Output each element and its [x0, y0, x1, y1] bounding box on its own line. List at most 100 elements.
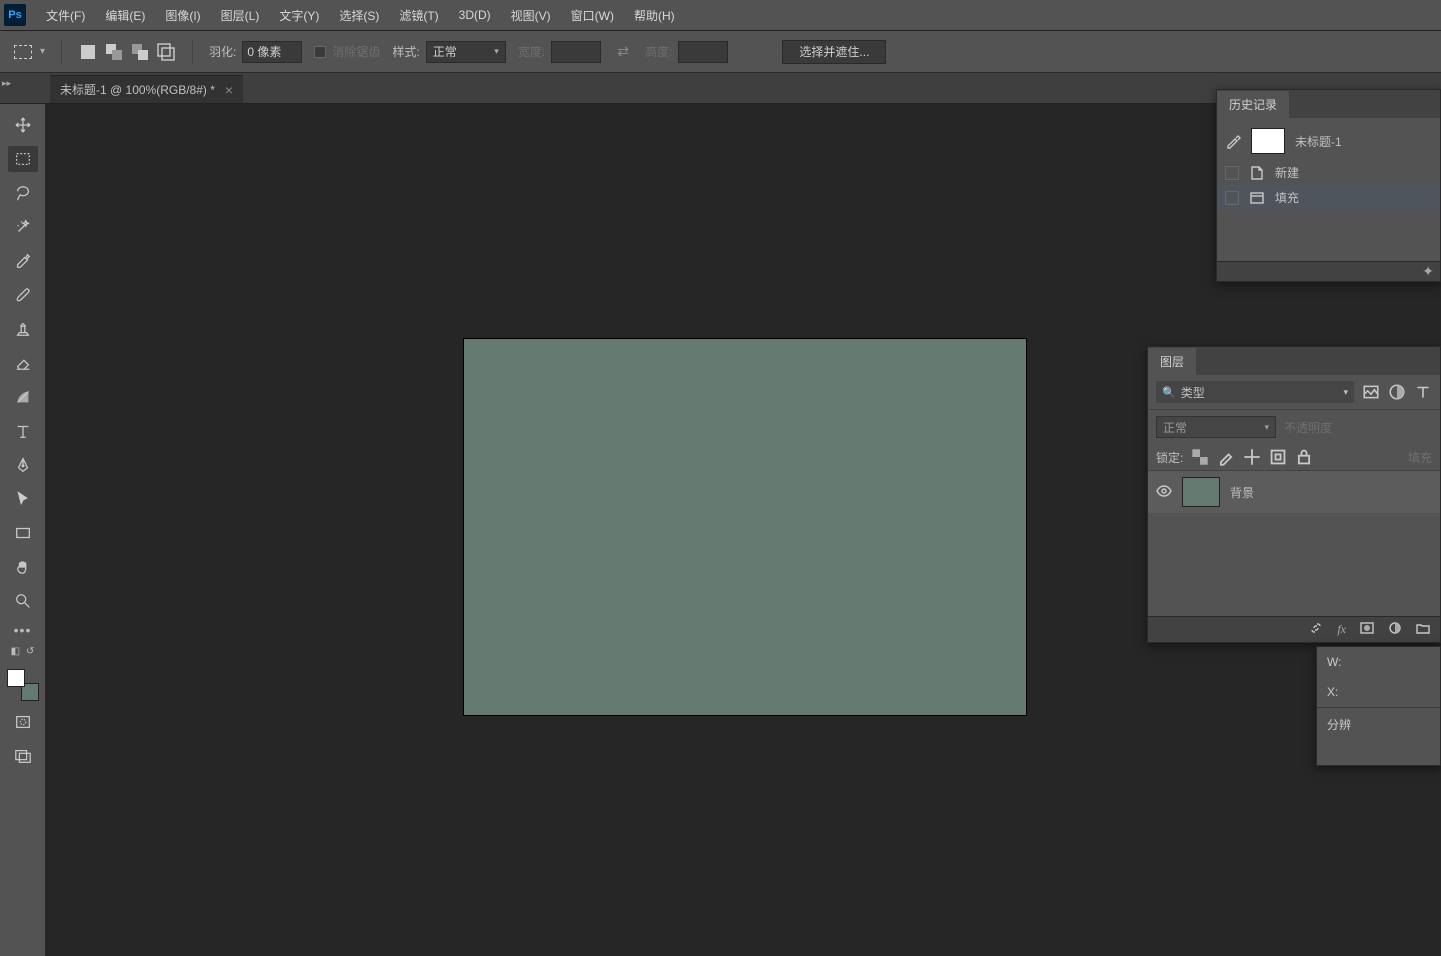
lock-pixels-icon[interactable] — [1217, 448, 1235, 466]
info-width-label: W: — [1317, 647, 1440, 677]
eyedropper-tool[interactable] — [8, 248, 38, 274]
lock-position-icon[interactable] — [1243, 448, 1261, 466]
feather-label: 羽化: — [209, 43, 236, 60]
selection-intersect-icon[interactable] — [156, 42, 176, 62]
lock-transparency-icon[interactable] — [1191, 448, 1209, 466]
feather-input[interactable] — [242, 41, 302, 63]
history-brush-icon — [1225, 133, 1241, 149]
filter-adjustment-icon[interactable] — [1388, 383, 1406, 401]
history-snapshot-name: 未标题-1 — [1295, 133, 1342, 150]
new-snapshot-icon[interactable]: ✦ — [1422, 263, 1434, 280]
type-tool[interactable] — [8, 418, 38, 444]
zoom-tool[interactable] — [8, 588, 38, 614]
edit-toolbar-icon[interactable]: ••• — [14, 622, 32, 638]
foreground-color-swatch[interactable] — [7, 669, 25, 687]
menu-bar: Ps 文件(F) 编辑(E) 图像(I) 图层(L) 文字(Y) 选择(S) 滤… — [0, 0, 1441, 31]
lock-artboard-icon[interactable] — [1269, 448, 1287, 466]
selection-add-icon[interactable] — [104, 42, 124, 62]
history-step[interactable]: 填充 — [1217, 185, 1440, 210]
history-snapshot-row[interactable]: 未标题-1 — [1217, 122, 1440, 160]
pen-tool[interactable] — [8, 452, 38, 478]
layers-panel-tab[interactable]: 图层 — [1148, 348, 1196, 375]
adjustment-layer-icon[interactable] — [1388, 621, 1402, 638]
collapse-toolbar-icon[interactable]: ▸▸ — [2, 78, 11, 89]
layers-panel-footer: fx — [1148, 616, 1440, 642]
swap-colors-icon[interactable]: ↺ — [26, 646, 34, 657]
width-label: 宽度: — [518, 43, 545, 60]
menu-window[interactable]: 窗口(W) — [561, 3, 624, 28]
layer-filter-type[interactable]: 🔍 类型 ▾ — [1156, 381, 1354, 403]
layer-style-icon[interactable]: fx — [1337, 622, 1346, 637]
selection-new-icon[interactable] — [78, 42, 98, 62]
selection-subtract-icon[interactable] — [130, 42, 150, 62]
chevron-down-icon: ▾ — [1343, 387, 1348, 398]
lock-label: 锁定: — [1156, 449, 1183, 466]
menu-select[interactable]: 选择(S) — [329, 3, 389, 28]
filter-type-icon[interactable] — [1414, 383, 1432, 401]
lasso-tool[interactable] — [8, 180, 38, 206]
layer-thumbnail — [1182, 477, 1220, 507]
antialias-label: 消除锯齿 — [332, 43, 380, 60]
gradient-tool[interactable] — [8, 384, 38, 410]
chevron-down-icon: ▾ — [494, 46, 499, 57]
height-label: 高度: — [645, 43, 672, 60]
tool-preset[interactable]: ▾ — [14, 45, 45, 59]
menu-3d[interactable]: 3D(D) — [449, 4, 501, 26]
menu-help[interactable]: 帮助(H) — [624, 3, 685, 28]
chevron-down-icon: ▾ — [1264, 422, 1269, 433]
clone-stamp-tool[interactable] — [8, 316, 38, 342]
app-logo: Ps — [4, 4, 26, 26]
magic-wand-tool[interactable] — [8, 214, 38, 240]
layer-visibility-icon[interactable] — [1156, 483, 1172, 502]
history-step[interactable]: 新建 — [1217, 160, 1440, 185]
rectangular-marquee-tool[interactable] — [8, 146, 38, 172]
brush-tool[interactable] — [8, 282, 38, 308]
blend-mode-value: 正常 — [1163, 419, 1187, 436]
filter-pixel-icon[interactable] — [1362, 383, 1380, 401]
link-layers-icon[interactable] — [1309, 621, 1323, 638]
move-tool[interactable] — [8, 112, 38, 138]
close-tab-icon[interactable]: × — [225, 82, 233, 98]
info-panel: W: X: 分辨 — [1316, 646, 1441, 766]
screen-mode-tool[interactable] — [8, 743, 38, 769]
separator — [192, 40, 193, 64]
menu-image[interactable]: 图像(I) — [155, 3, 210, 28]
menu-file[interactable]: 文件(F) — [36, 3, 95, 28]
rectangle-tool[interactable] — [8, 520, 38, 546]
separator — [61, 40, 62, 64]
menu-view[interactable]: 视图(V) — [501, 3, 561, 28]
style-value: 正常 — [433, 43, 457, 60]
menu-layer[interactable]: 图层(L) — [211, 3, 270, 28]
width-input — [551, 41, 601, 63]
info-x-label: X: — [1317, 677, 1440, 707]
default-colors-icon[interactable]: ◧ — [11, 646, 20, 657]
eraser-tool[interactable] — [8, 350, 38, 376]
history-snapshot-thumb — [1251, 128, 1285, 154]
layer-filter-label: 类型 — [1181, 384, 1205, 401]
document-canvas[interactable] — [464, 339, 1026, 715]
quick-mask-tool[interactable] — [8, 709, 38, 735]
style-select[interactable]: 正常 ▾ — [426, 41, 506, 63]
history-step-label: 填充 — [1275, 189, 1299, 206]
history-step-label: 新建 — [1275, 164, 1299, 181]
menu-type[interactable]: 文字(Y) — [269, 3, 329, 28]
menu-edit[interactable]: 编辑(E) — [95, 3, 155, 28]
history-step-target-icon — [1225, 191, 1239, 205]
document-tab[interactable]: 未标题-1 @ 100%(RGB/8#) * × — [50, 75, 243, 103]
layer-row[interactable]: 背景 — [1148, 471, 1440, 513]
history-panel-tab[interactable]: 历史记录 — [1217, 91, 1289, 118]
layers-panel: 图层 🔍 类型 ▾ 正常 ▾ 不透明度 锁定: 填充 背景 fx — [1147, 346, 1441, 643]
search-icon: 🔍 — [1162, 386, 1176, 399]
layer-group-icon[interactable] — [1416, 621, 1430, 638]
path-selection-tool[interactable] — [8, 486, 38, 512]
style-label: 样式: — [392, 43, 419, 60]
history-step-target-icon — [1225, 166, 1239, 180]
hand-tool[interactable] — [8, 554, 38, 580]
layer-mask-icon[interactable] — [1360, 621, 1374, 638]
lock-all-icon[interactable] — [1295, 448, 1313, 466]
menu-filter[interactable]: 滤镜(T) — [389, 3, 448, 28]
select-and-mask-button[interactable]: 选择并遮住... — [782, 40, 886, 64]
foreground-background-colors[interactable] — [7, 669, 39, 701]
new-document-icon — [1249, 165, 1265, 181]
blend-mode-select[interactable]: 正常 ▾ — [1156, 416, 1276, 438]
